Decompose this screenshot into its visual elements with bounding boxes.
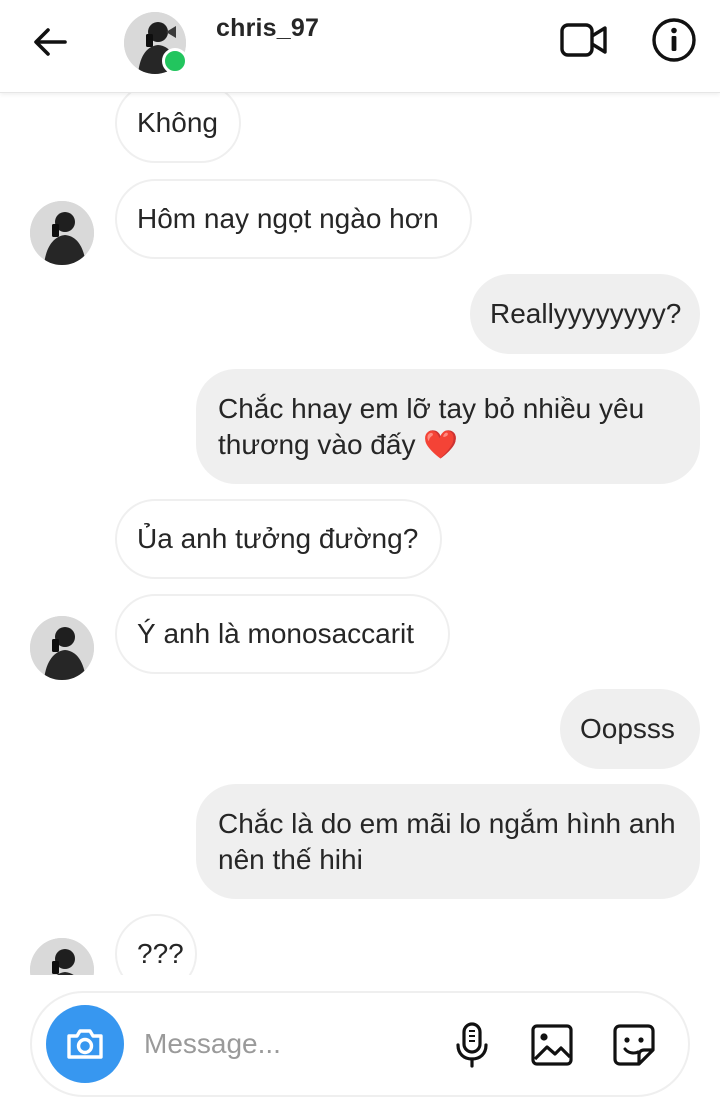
contact-username[interactable]: chris_97	[216, 14, 319, 43]
sender-avatar[interactable]	[30, 201, 94, 265]
incoming-message[interactable]: Không	[115, 93, 241, 163]
incoming-message[interactable]: Ủa anh tưởng đường?	[115, 499, 442, 579]
message-text: Oopsss	[580, 713, 675, 744]
contact-avatar[interactable]	[124, 12, 188, 74]
message-text: Chắc hnay em lỡ tay bỏ nhiều yêu thương …	[218, 393, 645, 460]
message-thread[interactable]: Không Hôm nay ngọt ngào hơn Reallyyyyyyy…	[0, 93, 720, 975]
outgoing-message[interactable]: Chắc hnay em lỡ tay bỏ nhiều yêu thương …	[196, 369, 700, 484]
info-circle-icon	[652, 18, 696, 62]
gallery-button[interactable]	[526, 1019, 578, 1071]
conversation-info-button[interactable]	[648, 14, 700, 66]
message-text: Ý anh là monosaccarit	[137, 618, 415, 649]
camera-icon	[67, 1029, 103, 1059]
online-status-dot	[162, 48, 188, 74]
voice-message-button[interactable]	[446, 1019, 498, 1071]
sticker-icon	[613, 1024, 655, 1066]
outgoing-message[interactable]: Oopsss	[560, 689, 700, 769]
message-text: Reallyyyyyyyy?	[490, 298, 682, 329]
incoming-message[interactable]: Ý anh là monosaccarit	[115, 594, 450, 674]
camera-button[interactable]	[46, 1005, 124, 1083]
message-text: ???	[137, 938, 184, 969]
incoming-message[interactable]: ???	[115, 914, 197, 975]
message-composer	[30, 991, 690, 1097]
message-text: Hôm nay ngọt ngào hơn	[137, 203, 439, 234]
outgoing-message[interactable]: Chắc là do em mãi lo ngắm hình anh nên t…	[196, 784, 700, 899]
sender-avatar[interactable]	[30, 616, 94, 680]
back-button[interactable]	[24, 18, 76, 66]
arrow-left-icon	[34, 28, 67, 56]
sticker-button[interactable]	[608, 1019, 660, 1071]
sender-avatar[interactable]	[30, 938, 94, 975]
outgoing-message[interactable]: Reallyyyyyyyy?	[470, 274, 700, 354]
video-camera-icon	[560, 23, 607, 57]
message-text: Không	[137, 107, 218, 138]
image-icon	[531, 1024, 573, 1066]
message-text: Chắc là do em mãi lo ngắm hình anh nên t…	[218, 808, 676, 875]
message-input[interactable]	[144, 1021, 434, 1067]
incoming-message[interactable]: Hôm nay ngọt ngào hơn	[115, 179, 472, 259]
chat-header: chris_97	[0, 0, 720, 93]
message-text: Ủa anh tưởng đường?	[137, 523, 419, 554]
microphone-icon	[456, 1022, 488, 1068]
video-call-button[interactable]	[556, 16, 612, 64]
